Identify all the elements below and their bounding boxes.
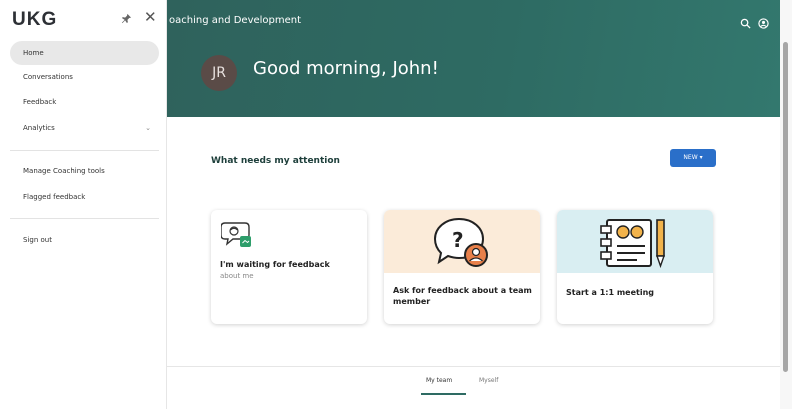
avatar-initials: JR [212, 65, 226, 81]
question-bubble-icon: ? [431, 215, 491, 273]
card-label: I'm waiting for feedback [220, 260, 330, 269]
sidebar-item-label: Sign out [23, 236, 52, 244]
scrollbar-thumb[interactable] [783, 42, 788, 372]
sidebar-item-feedback[interactable]: Feedback [10, 90, 159, 114]
card-illustration: ? [384, 210, 540, 273]
card-illustration [557, 210, 713, 273]
sidebar-item-label: Conversations [23, 73, 73, 81]
app-title: oaching and Development [169, 15, 302, 26]
svg-text:?: ? [452, 228, 464, 252]
chevron-down-icon: ⌄ [145, 124, 151, 132]
sidebar-divider [10, 150, 159, 151]
active-tab-indicator [421, 393, 466, 395]
sidebar-item-label: Feedback [23, 98, 57, 106]
sidebar-item-label: Analytics [23, 124, 55, 132]
page-header: oaching and Development JR Good morning,… [167, 0, 780, 117]
tab-myself[interactable]: Myself [479, 377, 498, 384]
pin-icon[interactable] [121, 13, 132, 27]
sidebar-item-label: Flagged feedback [23, 193, 86, 201]
card-ask-for-feedback[interactable]: ? Ask for feedback about a team member [384, 210, 540, 324]
main-content: oaching and Development JR Good morning,… [167, 0, 780, 409]
sidebar-header: UKG ✕ [0, 0, 167, 40]
sidebar-item-home[interactable]: Home [10, 41, 159, 65]
sidebar-divider [10, 218, 159, 219]
close-icon[interactable]: ✕ [144, 10, 157, 25]
team-tabs: My team Myself [167, 366, 780, 409]
sidebar-item-label: Home [23, 49, 44, 57]
new-button[interactable]: NEW ▾ [670, 149, 716, 167]
caret-down-icon: ▾ [699, 154, 703, 161]
card-label: Start a 1:1 meeting [566, 288, 655, 297]
section-title: What needs my attention [211, 156, 340, 166]
sidebar-item-flagged-feedback[interactable]: Flagged feedback [10, 185, 159, 209]
sidebar-item-conversations[interactable]: Conversations [10, 65, 159, 89]
card-label: Ask for feedback about a team member [393, 286, 532, 306]
avatar[interactable]: JR [201, 55, 237, 91]
ukg-logo: UKG [12, 9, 58, 30]
card-start-meeting[interactable]: Start a 1:1 meeting [557, 210, 713, 324]
user-profile-icon[interactable] [758, 14, 769, 33]
card-waiting-for-feedback[interactable]: I'm waiting for feedback about me [211, 210, 367, 324]
sidebar-item-sign-out[interactable]: Sign out [10, 228, 159, 252]
sidebar-item-label: Manage Coaching tools [23, 167, 105, 175]
feedback-chat-icon [220, 220, 257, 254]
sidebar-item-analytics[interactable]: Analytics ⌄ [10, 116, 159, 140]
nav-sidebar: UKG ✕ Home Conversations Feedback Analyt… [0, 0, 167, 409]
card-sublabel: about me [220, 272, 254, 280]
new-button-label: NEW [683, 154, 698, 161]
search-icon[interactable] [740, 14, 751, 33]
greeting-text: Good morning, John! [253, 58, 439, 79]
meeting-notebook-icon [597, 216, 673, 274]
sidebar-item-manage-coaching-tools[interactable]: Manage Coaching tools [10, 159, 159, 183]
tab-my-team[interactable]: My team [426, 377, 452, 384]
